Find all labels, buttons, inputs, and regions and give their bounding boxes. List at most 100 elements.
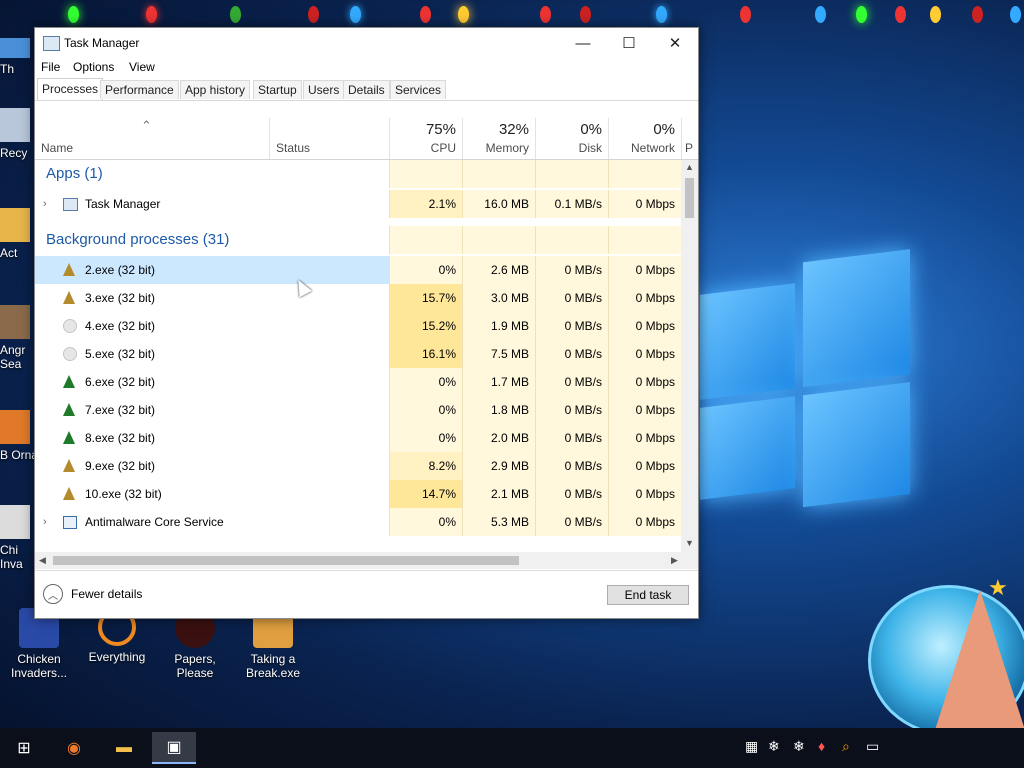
table-row[interactable]: 7.exe (32 bit) 0% 1.8 MB 0 MB/s 0 Mbps — [35, 396, 681, 424]
menu-bar: File Options View — [35, 58, 698, 78]
column-network[interactable]: 0% Network — [608, 118, 681, 159]
menu-options[interactable]: Options — [73, 60, 114, 74]
desktop-icon-edge[interactable]: Act — [0, 208, 38, 260]
search-tray-icon[interactable]: ⌕ — [842, 738, 850, 755]
tab-performance[interactable]: Performance — [100, 80, 179, 99]
disk-cell: 0 MB/s — [535, 284, 608, 312]
title-bar[interactable]: Task Manager — ☐ ✕ — [35, 28, 698, 58]
table-row[interactable]: 9.exe (32 bit) 8.2% 2.9 MB 0 MB/s 0 Mbps — [35, 452, 681, 480]
task-manager-icon — [63, 198, 78, 211]
disk-cell: 0 MB/s — [535, 340, 608, 368]
empty-cell — [608, 160, 681, 188]
desktop-icon-edge[interactable]: Th — [0, 38, 38, 76]
firefox-icon[interactable]: ◉ — [52, 732, 96, 764]
process-name: 4.exe (32 bit) — [85, 319, 156, 333]
column-name[interactable]: Name — [35, 118, 269, 159]
snowflake-icon — [63, 319, 77, 333]
table-row[interactable]: 5.exe (32 bit) 16.1% 7.5 MB 0 MB/s 0 Mbps — [35, 340, 681, 368]
network-cell: 0 Mbps — [608, 190, 681, 218]
fewer-details-button[interactable]: ︿ Fewer details — [43, 584, 142, 604]
table-row[interactable]: 2.exe (32 bit) 0% 2.6 MB 0 MB/s 0 Mbps — [35, 256, 681, 284]
network-cell: 0 Mbps — [608, 340, 681, 368]
network-cell: 0 Mbps — [608, 396, 681, 424]
footer: ︿ Fewer details End task — [35, 570, 698, 619]
process-name: 8.exe (32 bit) — [85, 431, 156, 445]
disk-cell: 0 MB/s — [535, 368, 608, 396]
empty-cell — [389, 226, 462, 254]
column-disk[interactable]: 0% Disk — [535, 118, 608, 159]
cpu-cell: 15.2% — [389, 312, 462, 340]
cpu-cell: 0% — [389, 424, 462, 452]
scroll-left-icon[interactable]: ◀ — [39, 555, 46, 566]
minimize-icon[interactable]: — — [560, 28, 606, 58]
disk-cell: 0 MB/s — [535, 424, 608, 452]
table-row[interactable]: › Task Manager 2.1% 16.0 MB 0.1 MB/s 0 Mbps — [35, 190, 681, 218]
network-tray-icon[interactable]: ▭ — [866, 738, 879, 755]
column-memory[interactable]: 32% Memory — [462, 118, 535, 159]
snowflake-icon — [63, 347, 77, 361]
menu-file[interactable]: File — [41, 60, 60, 74]
cpu-cell: 0% — [389, 508, 462, 536]
group-header-background[interactable]: Background processes (31) — [35, 226, 681, 254]
snowflake-tray-icon[interactable]: ❄ — [793, 738, 805, 755]
tab-processes[interactable]: Processes — [37, 78, 104, 100]
chevron-right-icon[interactable]: › — [43, 508, 47, 536]
elf-icon — [63, 431, 75, 444]
file-explorer-icon[interactable]: ▬ — [102, 732, 146, 764]
christmas-tree-decoration — [935, 590, 1024, 730]
network-cell: 0 Mbps — [608, 424, 681, 452]
task-manager-taskbar-button[interactable]: ▣ — [152, 732, 196, 764]
scroll-thumb[interactable] — [53, 556, 519, 565]
desktop-icon-edge[interactable]: B Orna — [0, 410, 38, 462]
process-name: 6.exe (32 bit) — [85, 375, 156, 389]
close-icon[interactable]: ✕ — [652, 28, 698, 58]
snowflake-tray-icon[interactable]: ❄ — [768, 738, 780, 755]
scroll-down-icon[interactable]: ▼ — [685, 538, 694, 548]
cpu-cell: 8.2% — [389, 452, 462, 480]
tab-startup[interactable]: Startup — [253, 80, 302, 99]
scroll-up-icon[interactable]: ▲ — [685, 162, 694, 172]
scroll-right-icon[interactable]: ▶ — [671, 555, 678, 566]
column-status[interactable]: Status — [269, 118, 389, 159]
column-power-partial[interactable]: P — [681, 118, 698, 159]
menu-view[interactable]: View — [129, 60, 155, 74]
table-row[interactable]: 4.exe (32 bit) 15.2% 1.9 MB 0 MB/s 0 Mbps — [35, 312, 681, 340]
recycle-bin-icon[interactable]: Recy — [0, 108, 38, 160]
cpu-cell: 0% — [389, 396, 462, 424]
network-cell: 0 Mbps — [608, 480, 681, 508]
tab-services[interactable]: Services — [390, 80, 447, 99]
group-header-apps[interactable]: Apps (1) — [35, 160, 681, 188]
network-cell: 0 Mbps — [608, 284, 681, 312]
table-row[interactable]: 6.exe (32 bit) 0% 1.7 MB 0 MB/s 0 Mbps — [35, 368, 681, 396]
table-row[interactable]: 3.exe (32 bit) 15.7% 3.0 MB 0 MB/s 0 Mbps — [35, 284, 681, 312]
maximize-icon[interactable]: ☐ — [606, 28, 652, 58]
column-cpu[interactable]: 75% CPU — [389, 118, 462, 159]
table-row[interactable]: 8.exe (32 bit) 0% 2.0 MB 0 MB/s 0 Mbps — [35, 424, 681, 452]
scroll-thumb[interactable] — [685, 178, 694, 218]
star-icon: ★ — [988, 575, 1008, 600]
empty-cell — [389, 160, 462, 188]
tray-icon[interactable]: ♦ — [818, 738, 825, 754]
desktop-icon-edge[interactable]: Angr Sea — [0, 305, 38, 371]
tab-details[interactable]: Details — [343, 80, 390, 99]
tab-users[interactable]: Users — [303, 80, 345, 99]
taskbar: ⊞ ◉ ▬ ▣ ▦ ❄ ❄ ♦ ⌕ ▭ — [0, 728, 1024, 768]
horizontal-scrollbar[interactable]: ◀ ▶ — [35, 552, 698, 569]
memory-cell: 1.8 MB — [462, 396, 535, 424]
empty-cell — [535, 226, 608, 254]
desktop-icon-edge[interactable]: Chi Inva — [0, 505, 38, 571]
end-task-button[interactable]: End task — [607, 585, 689, 605]
tray-icon[interactable]: ▦ — [745, 738, 758, 755]
chevron-right-icon[interactable]: › — [43, 190, 47, 218]
table-row[interactable]: 10.exe (32 bit) 14.7% 2.1 MB 0 MB/s 0 Mbps — [35, 480, 681, 508]
tab-app-history[interactable]: App history — [180, 80, 251, 99]
process-name: 3.exe (32 bit) — [85, 291, 156, 305]
start-button[interactable]: ⊞ — [2, 732, 46, 764]
vertical-scrollbar[interactable]: ▲ ▼ — [681, 160, 698, 552]
disk-cell: 0 MB/s — [535, 480, 608, 508]
process-name: 2.exe (32 bit) — [85, 263, 156, 277]
tree-icon — [63, 487, 75, 500]
christmas-lights — [0, 0, 1024, 30]
empty-cell — [608, 226, 681, 254]
table-row[interactable]: › Antimalware Core Service 0% 5.3 MB 0 MB/s 0… — [35, 508, 681, 536]
